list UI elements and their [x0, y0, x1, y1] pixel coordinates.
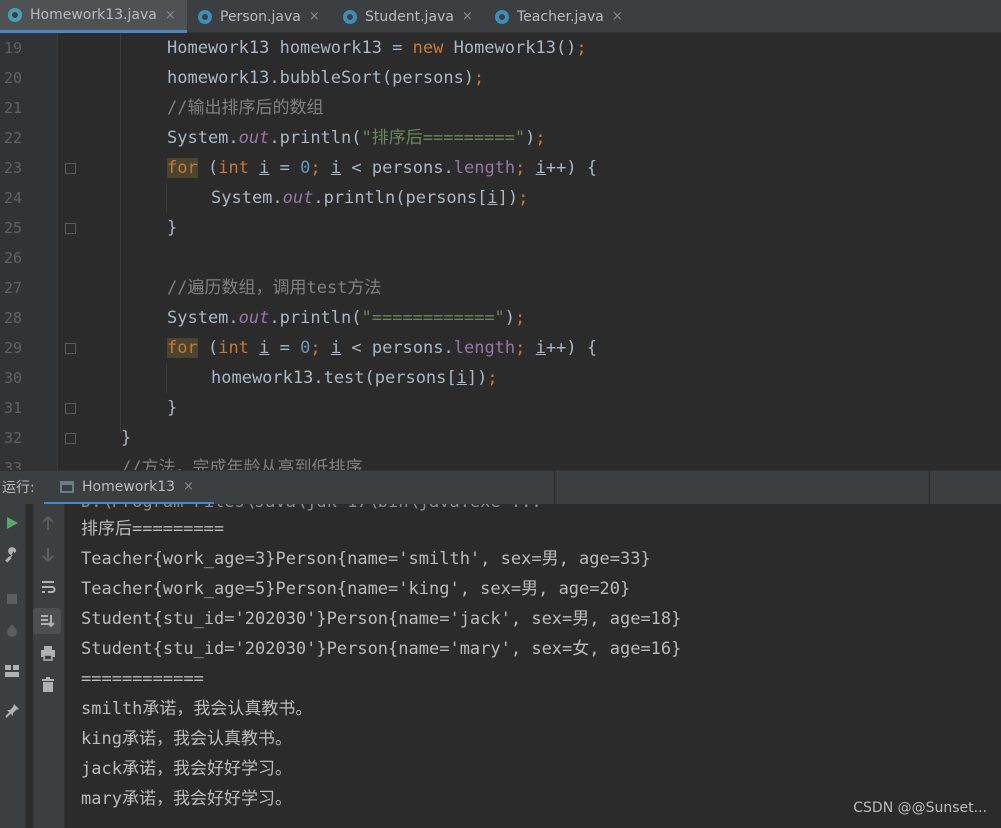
console-line: 排序后========= [81, 519, 225, 539]
java-class-icon [495, 9, 509, 24]
line-number: 30 [3, 369, 22, 387]
code-line: } [121, 428, 132, 448]
bug-gear-icon[interactable] [1, 620, 23, 642]
line-number: 19 [3, 39, 22, 57]
soft-wrap-icon[interactable] [37, 576, 59, 598]
fold-icon[interactable] [65, 163, 76, 174]
code-line: homework13.bubbleSort(persons); [167, 68, 485, 88]
console-window-icon [60, 480, 74, 493]
console-line: mary承诺，我会好好学习。 [81, 789, 292, 809]
console-line: Teacher{work_age=3}Person{name='smilth',… [81, 549, 651, 569]
watermark: CSDN @@Sunset... [853, 800, 987, 816]
print-icon[interactable] [37, 642, 59, 664]
tab-person[interactable]: Person.java × [190, 0, 334, 33]
run-label: 运行: [2, 480, 35, 496]
code-line: Homework13 homework13 = new Homework13()… [167, 38, 587, 58]
console-output[interactable]: D:\Program Files\Java\jdk-17\bin\java.ex… [65, 504, 1001, 828]
line-number: 20 [3, 69, 22, 87]
tab-student[interactable]: Student.java × [335, 0, 485, 33]
close-icon[interactable]: × [462, 9, 473, 24]
line-number: 23 [3, 159, 22, 177]
java-class-icon [8, 8, 22, 22]
close-icon[interactable]: × [183, 479, 194, 494]
code-line: //遍历数组，调用test方法 [167, 278, 382, 298]
line-number: 27 [3, 279, 22, 297]
stop-icon[interactable] [1, 588, 23, 610]
run-tab-homework13[interactable]: Homework13 × [44, 471, 214, 505]
line-number: 29 [3, 339, 22, 357]
java-class-icon [343, 9, 357, 24]
fold-icon[interactable] [65, 403, 76, 414]
fold-icon[interactable] [65, 343, 76, 354]
fold-icon[interactable] [65, 223, 76, 234]
close-icon[interactable]: × [612, 9, 623, 24]
code-line: } [167, 398, 178, 418]
console-line: jack承诺，我会好好学习。 [81, 759, 292, 779]
editor-tab-bar: Homework13.java × Person.java × Student.… [0, 0, 1001, 33]
indent-guide [166, 183, 167, 213]
rerun-play-icon[interactable] [1, 512, 23, 534]
divider [554, 471, 555, 505]
line-number: 24 [3, 189, 22, 207]
code-line: //输出排序后的数组 [167, 98, 324, 118]
java-class-icon [198, 9, 212, 24]
console-line: smilth承诺，我会认真教书。 [81, 699, 313, 719]
indent-guide [166, 363, 167, 393]
console-line: ============ [81, 669, 204, 689]
arrow-up-icon[interactable] [37, 512, 59, 534]
fold-icon[interactable] [65, 433, 76, 444]
run-panel-header: 运行: Homework13 × [0, 470, 1001, 505]
code-line: homework13.test(persons[i]); [211, 368, 498, 388]
code-line: } [167, 218, 178, 238]
console-line: Student{stu_id='202030'}Person{name='jac… [81, 609, 682, 629]
layout-icon[interactable] [1, 660, 23, 682]
arrow-down-icon[interactable] [37, 544, 59, 566]
close-icon[interactable]: × [165, 8, 176, 23]
run-tab-label: Homework13 [82, 478, 176, 495]
code-line: System.out.println("排序后========="); [167, 128, 546, 148]
tab-teacher[interactable]: Teacher.java × [487, 0, 642, 33]
line-number: 26 [3, 249, 22, 267]
line-number: 22 [3, 129, 22, 147]
line-number: 33 [3, 459, 22, 470]
tab-label: Teacher.java [517, 8, 604, 25]
line-number: 32 [3, 429, 22, 447]
code-line: System.out.println("============"); [167, 308, 526, 328]
divider [929, 471, 930, 505]
code-editor[interactable]: 19 20 21 22 23 24 25 26 27 28 29 30 31 3… [0, 33, 1001, 470]
indent-guide [120, 33, 121, 433]
console-line: king承诺，我会认真教书。 [81, 729, 292, 749]
console-line: Teacher{work_age=5}Person{name='king', s… [81, 579, 631, 599]
tab-label: Homework13.java [30, 7, 157, 23]
line-number: 31 [3, 399, 22, 417]
tab-label: Person.java [220, 8, 301, 25]
code-line: for (int i = 0; i < persons.length; i++)… [167, 158, 598, 178]
close-icon[interactable]: × [309, 9, 320, 24]
run-console-toolbar [33, 504, 65, 828]
line-gutter: 19 20 21 22 23 24 25 26 27 28 29 30 31 3… [0, 33, 58, 470]
code-line: System.out.println(persons[i]); [211, 188, 529, 208]
code-line: for (int i = 0; i < persons.length; i++)… [167, 338, 598, 358]
pin-icon[interactable] [1, 700, 23, 722]
trash-icon[interactable] [37, 674, 59, 696]
scroll-to-end-icon[interactable] [33, 608, 61, 634]
code-line: //方法，完成年龄从高到低排序 [121, 458, 363, 470]
console-line: Student{stu_id='202030'}Person{name='mar… [81, 639, 682, 659]
line-number: 21 [3, 99, 22, 117]
tab-label: Student.java [365, 8, 454, 25]
line-number: 25 [3, 219, 22, 237]
wrench-icon[interactable] [1, 544, 23, 566]
tab-homework13[interactable]: Homework13.java × [0, 0, 187, 33]
run-left-toolbar [0, 504, 26, 828]
line-number: 28 [3, 309, 22, 327]
